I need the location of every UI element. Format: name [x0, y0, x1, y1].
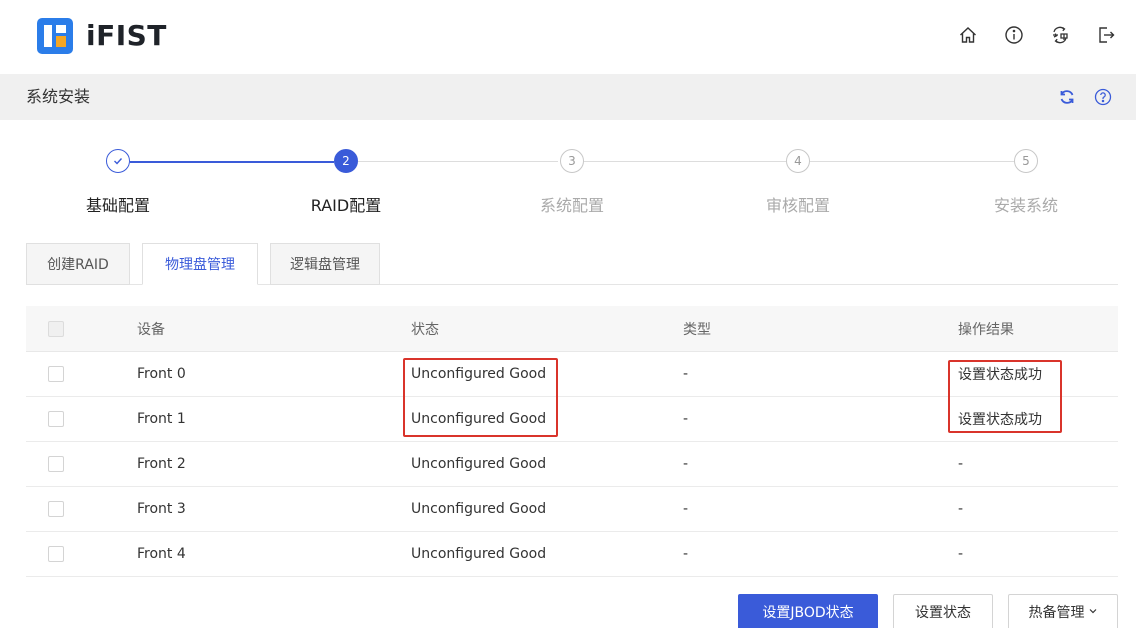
step-5-label: 安装系统 [993, 196, 1058, 215]
column-header-device: 设备 [137, 321, 165, 338]
state-cell: Unconfigured Good [411, 456, 547, 472]
type-cell: - [683, 546, 689, 562]
state-cell: Unconfigured Good [411, 501, 547, 517]
type-cell: - [683, 411, 689, 427]
device-cell: Front 0 [137, 366, 186, 382]
column-header-type: 类型 [683, 321, 711, 338]
logout-icon[interactable] [1094, 22, 1118, 48]
step-5-circle: 5 [1014, 149, 1038, 173]
ifist-logo [37, 18, 73, 54]
language-switch-icon[interactable] [1048, 22, 1072, 48]
step-3-label: 系统配置 [539, 196, 604, 215]
step-2-circle: 2 [334, 149, 358, 173]
page-titlebar: 系统安装 [0, 74, 1136, 120]
physical-disk-table: 设备 状态 类型 操作结果 Front 0 Unconfigured Good … [26, 306, 1118, 577]
type-cell: - [683, 501, 689, 517]
column-header-state: 状态 [411, 321, 439, 338]
row-checkbox[interactable] [48, 366, 64, 382]
device-cell: Front 1 [137, 411, 186, 427]
refresh-icon[interactable] [1056, 86, 1078, 108]
step-connector [584, 161, 786, 162]
install-steps: 2 3 4 5 基础配置 RAID配置 系统配置 审核配置 安装系统 [0, 120, 1136, 230]
result-cell: 设置状态成功 [958, 367, 1042, 383]
set-state-button[interactable]: 设置状态 [893, 594, 993, 628]
page-title: 系统安装 [26, 87, 91, 106]
state-cell: Unconfigured Good [411, 546, 547, 562]
table-row[interactable]: Front 1 Unconfigured Good - 设置状态成功 [26, 397, 1118, 442]
row-checkbox[interactable] [48, 546, 64, 562]
step-connector [810, 161, 1014, 162]
hot-spare-label: 热备管理 [1028, 605, 1085, 621]
app-header: iFIST [0, 0, 1136, 74]
brand-name: iFIST [86, 19, 167, 52]
select-all-checkbox[interactable] [48, 321, 64, 337]
step-3-circle: 3 [560, 149, 584, 173]
tab-create-raid[interactable]: 创建RAID [26, 243, 130, 285]
row-checkbox[interactable] [48, 411, 64, 427]
device-cell: Front 3 [137, 501, 186, 517]
state-cell: Unconfigured Good [411, 366, 547, 382]
table-row[interactable]: Front 4 Unconfigured Good - - [26, 532, 1118, 577]
tab-physical-disk-management[interactable]: 物理盘管理 [142, 243, 258, 285]
step-4-circle: 4 [786, 149, 810, 173]
help-icon[interactable] [1092, 86, 1114, 108]
disk-tabs: 创建RAID 物理盘管理 逻辑盘管理 [26, 243, 1118, 285]
table-row[interactable]: Front 2 Unconfigured Good - - [26, 442, 1118, 487]
step-1-label: 基础配置 [85, 196, 150, 215]
step-connector [358, 161, 558, 162]
result-cell: 设置状态成功 [958, 412, 1042, 428]
column-header-result: 操作结果 [958, 321, 1014, 338]
tab-logical-disk-management[interactable]: 逻辑盘管理 [270, 243, 380, 285]
result-cell: - [958, 501, 964, 517]
result-cell: - [958, 456, 964, 472]
titlebar-actions [1056, 86, 1114, 108]
row-checkbox[interactable] [48, 456, 64, 472]
result-cell: - [958, 546, 964, 562]
table-row[interactable]: Front 0 Unconfigured Good - 设置状态成功 [26, 352, 1118, 397]
row-checkbox[interactable] [48, 501, 64, 517]
info-icon[interactable] [1002, 22, 1026, 48]
set-jbod-state-button[interactable]: 设置JBOD状态 [738, 594, 878, 628]
home-icon[interactable] [956, 22, 980, 48]
device-cell: Front 4 [137, 546, 186, 562]
table-row[interactable]: Front 3 Unconfigured Good - - [26, 487, 1118, 532]
step-2-label: RAID配置 [310, 196, 382, 215]
type-cell: - [683, 456, 689, 472]
step-1-check-icon [106, 149, 130, 173]
table-header-row: 设备 状态 类型 操作结果 [26, 306, 1118, 352]
hot-spare-management-button[interactable]: 热备管理 [1008, 594, 1118, 628]
step-connector [130, 161, 334, 163]
step-4-label: 审核配置 [765, 196, 830, 215]
chevron-down-icon [1088, 606, 1098, 619]
header-actions [956, 22, 1118, 48]
device-cell: Front 2 [137, 456, 186, 472]
state-cell: Unconfigured Good [411, 411, 547, 427]
type-cell: - [683, 366, 689, 382]
